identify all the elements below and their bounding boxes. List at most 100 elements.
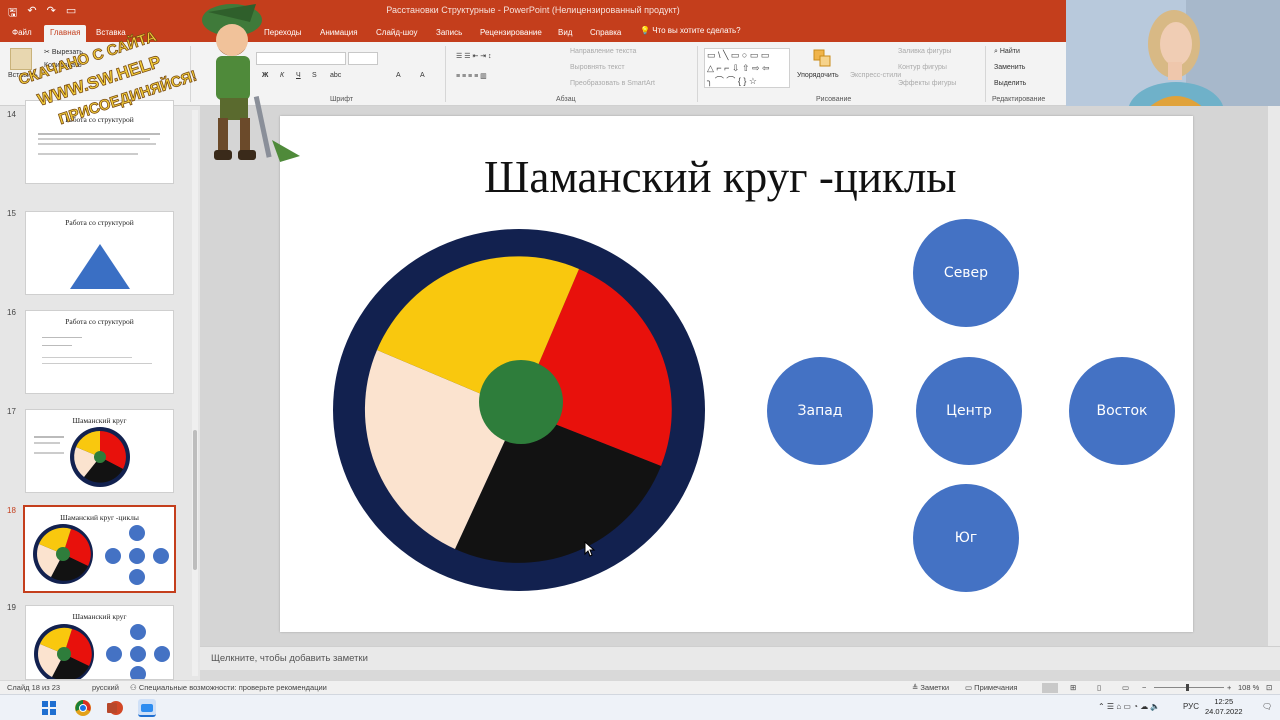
- wheel-center: [479, 360, 563, 444]
- shaman-wheel[interactable]: [330, 228, 710, 594]
- scrollbar-thumb[interactable]: [193, 430, 197, 570]
- slideshow-view-icon[interactable]: ▭: [1122, 683, 1129, 692]
- slide-thumbnail-19[interactable]: Шаманский круг: [25, 605, 174, 680]
- mouse-cursor-icon: [584, 541, 596, 557]
- language-indicator[interactable]: русский: [92, 683, 119, 692]
- slide-title[interactable]: Шаманский круг -циклы: [484, 151, 957, 203]
- select-button[interactable]: Выделить: [994, 80, 1026, 87]
- thumbnail-number: 15: [7, 209, 16, 218]
- slide-thumbnail-16[interactable]: Работа со структурой: [25, 310, 174, 394]
- shape-effects-button[interactable]: Эффекты фигуры: [898, 80, 956, 87]
- drawing-group-label: Рисование: [816, 96, 852, 103]
- tab-help[interactable]: Справка: [584, 25, 627, 42]
- messenger-taskbar-icon[interactable]: [138, 699, 156, 717]
- notes-placeholder: Щелкните, чтобы добавить заметки: [211, 653, 368, 664]
- zoom-out-icon[interactable]: −: [1142, 683, 1146, 692]
- accessibility-status[interactable]: ⚇ Специальные возможности: проверьте рек…: [130, 683, 327, 692]
- editing-group-label: Редактирование: [992, 96, 1046, 103]
- thumbnail-number: 17: [7, 407, 16, 416]
- webcam-video: [1066, 0, 1280, 120]
- thumbnail-wheel: [33, 524, 169, 585]
- system-clock[interactable]: 12:25 24.07.2022: [1205, 697, 1243, 717]
- zoom-slider-thumb[interactable]: [1186, 684, 1189, 691]
- arrange-icon[interactable]: [812, 48, 832, 68]
- tab-review[interactable]: Рецензирование: [474, 25, 548, 42]
- notes-pane[interactable]: Щелкните, чтобы добавить заметки: [200, 646, 1280, 670]
- paragraph-group-label: Абзац: [556, 96, 576, 103]
- font-color-icon[interactable]: A: [420, 72, 425, 79]
- highlight-icon[interactable]: A: [396, 72, 401, 79]
- shapes-gallery[interactable]: ▭ \ ╲ ▭ ○ ▭ ▭ △ ⌐ ⌐ ⇩ ⇧ ⇨ ⇦ ╮ ⌒ ⌒ { } ☆: [704, 48, 790, 88]
- thumbnails-scrollbar[interactable]: [192, 110, 198, 676]
- zoom-level[interactable]: 108 %: [1238, 683, 1259, 692]
- thumbnail-title: Работа со структурой: [65, 317, 134, 326]
- font-group-label: Шрифт: [330, 96, 354, 103]
- slide-thumbnail-18-selected[interactable]: Шаманский круг -циклы: [23, 505, 176, 593]
- zoom-slider[interactable]: [1154, 687, 1224, 688]
- text-direction-button[interactable]: Направление текста: [570, 48, 636, 55]
- font-size-select[interactable]: [348, 52, 378, 65]
- tab-animations[interactable]: Анимация: [314, 25, 364, 42]
- fit-slide-icon[interactable]: ⊡: [1266, 683, 1272, 692]
- thumbnail-number: 19: [7, 603, 16, 612]
- shape-fill-button[interactable]: Заливка фигуры: [898, 48, 951, 55]
- node-north[interactable]: Север: [913, 219, 1019, 327]
- node-east[interactable]: Восток: [1069, 357, 1175, 465]
- tab-slideshow[interactable]: Слайд-шоу: [370, 25, 423, 42]
- notes-button[interactable]: ≜ Заметки: [912, 683, 949, 692]
- slide-thumbnails-pane: 14 Работа со структурой 15 Работа со стр…: [0, 100, 200, 680]
- ribbon-divider: [697, 46, 698, 102]
- node-center[interactable]: Центр: [916, 357, 1022, 465]
- lightbulb-icon: 💡: [640, 26, 653, 35]
- windows-start-icon[interactable]: [40, 699, 58, 717]
- status-bar: Слайд 18 из 23 русский ⚇ Специальные воз…: [0, 680, 1280, 694]
- align-icon[interactable]: ≡ ≡ ≡ ≡ ▥: [456, 72, 487, 80]
- normal-view-icon[interactable]: [1042, 683, 1058, 693]
- find-button[interactable]: ⌕ Найти: [994, 48, 1020, 56]
- slide-counter: Слайд 18 из 23: [7, 683, 61, 692]
- shadow-icon[interactable]: S: [312, 72, 317, 79]
- powerpoint-window: 🖫 ↶ ↷ ▭ Расстановки Структурные - PowerP…: [0, 0, 1280, 720]
- comments-label: Примечания: [974, 683, 1018, 692]
- tab-view[interactable]: Вид: [552, 25, 578, 42]
- notifications-icon[interactable]: 🗨: [1262, 702, 1272, 711]
- comments-button[interactable]: ▭ Примечания: [965, 683, 1017, 692]
- thumbnail-wheel: [34, 427, 130, 487]
- node-west[interactable]: Запад: [767, 357, 873, 465]
- slide-thumbnail-17[interactable]: Шаманский круг: [25, 409, 174, 493]
- strikethrough-icon[interactable]: abc: [330, 72, 341, 79]
- ribbon-divider: [985, 46, 986, 102]
- quick-styles-button[interactable]: Экспресс-стили: [850, 72, 901, 79]
- slide-thumbnail-15[interactable]: Работа со структурой: [25, 211, 174, 295]
- clock-date: 24.07.2022: [1205, 707, 1243, 716]
- powerpoint-taskbar-icon[interactable]: [106, 699, 124, 717]
- watermark: СКАЧАНО С САЙТА WWW.SW.HELP ПРИСОЕДИНЯЙС…: [16, 4, 300, 162]
- comments-icon: ▭: [965, 683, 975, 692]
- shape-outline-button[interactable]: Контур фигуры: [898, 64, 947, 71]
- reading-view-icon[interactable]: ▯: [1097, 683, 1101, 692]
- tab-record[interactable]: Запись: [430, 25, 468, 42]
- system-tray-icons[interactable]: ⌃ ☰ ⌂ ▭ ◔ ☁ 🔈: [1098, 702, 1160, 711]
- notes-label: Заметки: [920, 683, 950, 692]
- tell-me-label: Что вы хотите сделать?: [652, 26, 741, 35]
- windows-taskbar: ⌃ ☰ ⌂ ▭ ◔ ☁ 🔈 РУС 12:25 24.07.2022 🗨: [0, 694, 1280, 720]
- arrange-button[interactable]: Упорядочить: [797, 72, 839, 79]
- tell-me-search[interactable]: 💡 Что вы хотите сделать?: [640, 26, 741, 35]
- slide-sorter-icon[interactable]: ⊞: [1070, 683, 1076, 692]
- zoom-in-icon[interactable]: +: [1227, 683, 1231, 692]
- slide-scrollbar[interactable]: [1268, 106, 1280, 646]
- replace-button[interactable]: Заменить: [994, 64, 1025, 71]
- align-text-button[interactable]: Выровнять текст: [570, 64, 625, 71]
- chrome-icon[interactable]: [74, 699, 92, 717]
- watermark-character: [202, 4, 300, 162]
- presenter-image: [1066, 0, 1280, 120]
- accessibility-icon: ⚇: [130, 683, 139, 692]
- find-label: Найти: [999, 48, 1020, 55]
- thumbnail-number: 16: [7, 308, 16, 317]
- ribbon-divider: [445, 46, 446, 102]
- thumbnail-wheel: [34, 624, 170, 679]
- bullets-icon[interactable]: ☰ ☰ ⇤ ⇥ ↕: [456, 52, 492, 60]
- convert-smartart-button[interactable]: Преобразовать в SmartArt: [570, 80, 655, 87]
- input-language[interactable]: РУС: [1183, 702, 1199, 711]
- node-south[interactable]: Юг: [913, 484, 1019, 592]
